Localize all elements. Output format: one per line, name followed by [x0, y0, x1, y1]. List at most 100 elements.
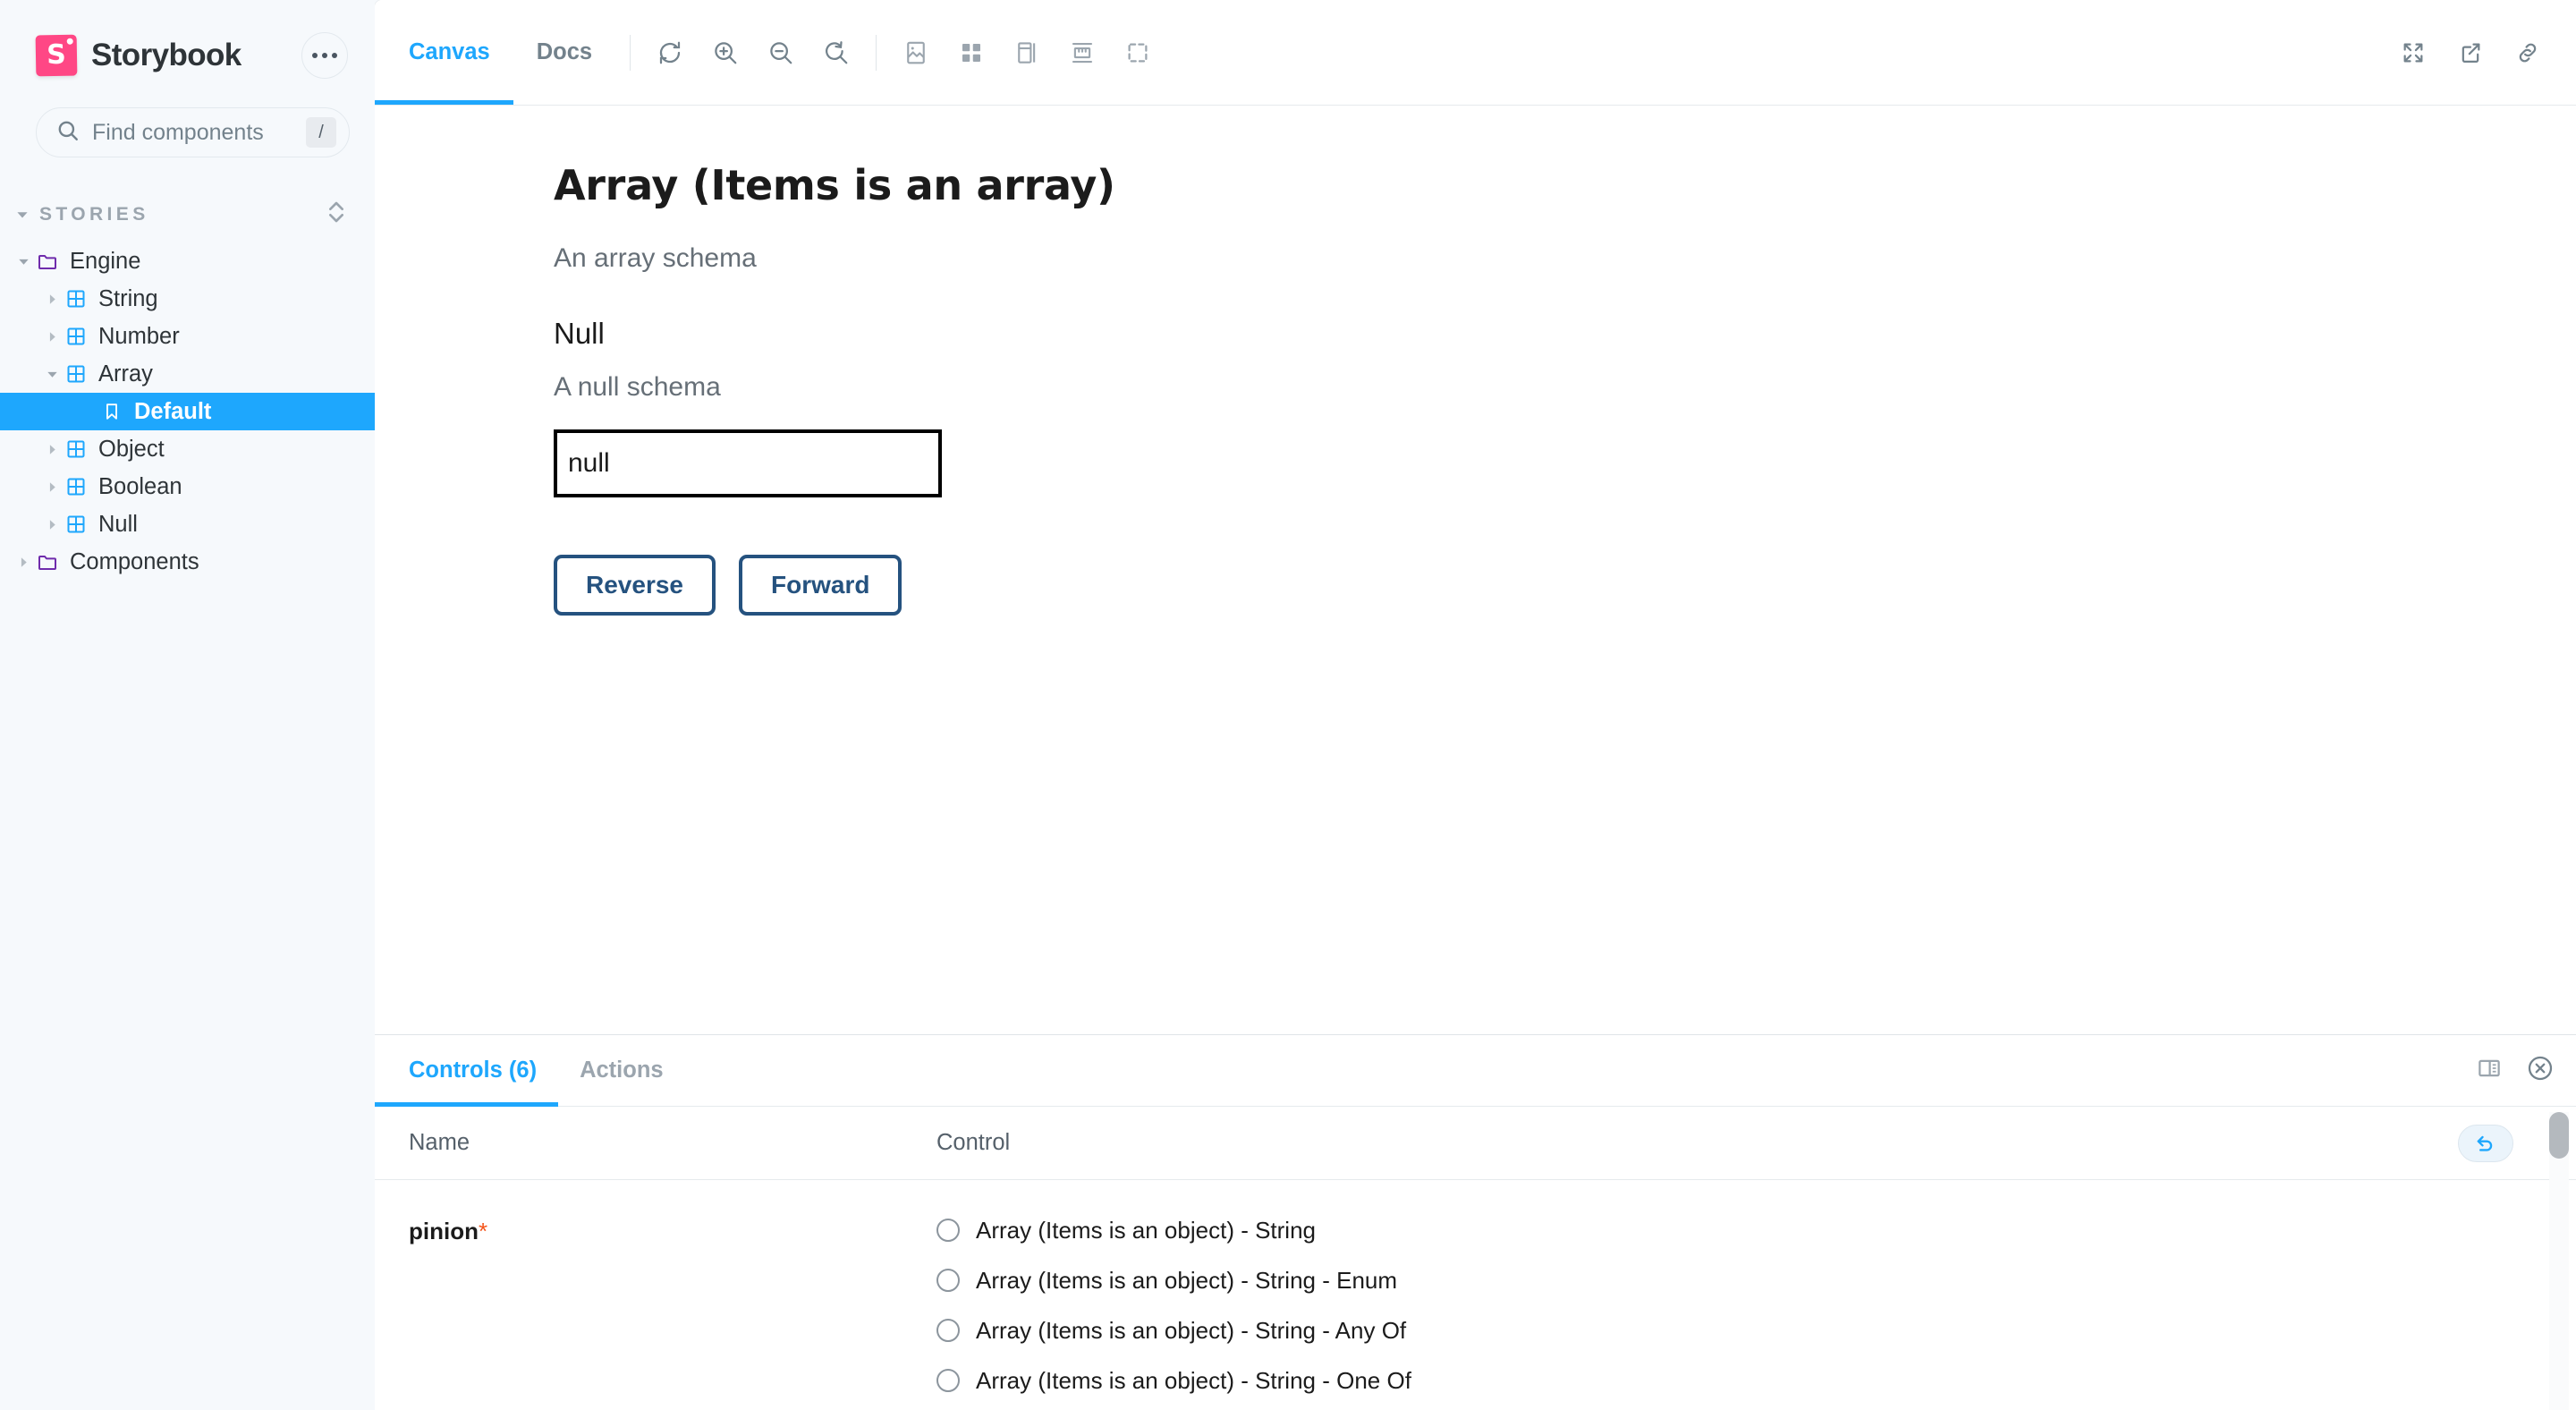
panel-tabs: Controls (6) Actions — [375, 1035, 2576, 1107]
sidebar: S Storybook Find components / STORIES En… — [0, 0, 375, 1410]
fullscreen-icon[interactable] — [2388, 28, 2438, 78]
tab-actions[interactable]: Actions — [558, 1035, 685, 1106]
radio-circle-icon[interactable] — [936, 1219, 960, 1242]
panel-scrollbar[interactable] — [2549, 1112, 2569, 1410]
radio-option[interactable]: Array (Items is an object) - String - An… — [936, 1305, 2542, 1355]
grid-icon[interactable] — [946, 28, 996, 78]
chevron-right-icon[interactable] — [13, 556, 34, 568]
column-header-name: Name — [409, 1130, 470, 1155]
forward-button[interactable]: Forward — [738, 555, 902, 616]
tree-item-label: Default — [134, 398, 212, 424]
tree-item-number[interactable]: Number — [0, 318, 375, 355]
required-asterisk: * — [478, 1218, 488, 1244]
reverse-button[interactable]: Reverse — [554, 555, 716, 616]
storybook-logo-icon: S — [35, 34, 78, 77]
copy-link-icon[interactable] — [2503, 28, 2553, 78]
story-buttons: Reverse Forward — [554, 555, 2576, 616]
search-icon — [56, 119, 80, 147]
tree-item-label: String — [98, 285, 158, 311]
null-value-input[interactable]: null — [554, 429, 942, 497]
radio-circle-icon[interactable] — [936, 1369, 960, 1392]
radio-option[interactable]: Array (Items is an object) - String - En… — [936, 1255, 2542, 1305]
control-name: pinion* — [409, 1205, 936, 1406]
story-root: Array (Items is an array) An array schem… — [375, 161, 2576, 616]
tree-item-engine[interactable]: Engine — [0, 242, 375, 280]
tree-item-null[interactable]: Null — [0, 505, 375, 543]
tree-item-components[interactable]: Components — [0, 543, 375, 581]
tab-actions-label: Actions — [580, 1058, 664, 1083]
tree-item-label: Engine — [70, 248, 141, 274]
chevron-down-icon[interactable] — [13, 208, 32, 221]
scrollbar-thumb[interactable] — [2549, 1112, 2569, 1159]
chevron-down-icon[interactable] — [13, 256, 34, 268]
tree-item-array[interactable]: Array — [0, 355, 375, 393]
tab-docs[interactable]: Docs — [513, 0, 615, 105]
tree-item-boolean[interactable]: Boolean — [0, 468, 375, 505]
preview-tabs: Canvas Docs — [375, 0, 615, 105]
chevron-right-icon[interactable] — [41, 444, 63, 455]
chevron-right-icon[interactable] — [41, 331, 63, 343]
open-new-tab-icon[interactable] — [2445, 28, 2496, 78]
tab-controls[interactable]: Controls (6) — [375, 1035, 559, 1107]
bookmark-icon — [98, 402, 125, 421]
dot — [322, 53, 327, 58]
tree-item-label: Object — [98, 436, 165, 462]
expand-collapse-all-icon[interactable] — [325, 199, 348, 230]
radio-option-label: Array (Items is an object) - String - En… — [976, 1266, 1398, 1294]
component-icon — [63, 438, 89, 460]
zoom-out-icon[interactable] — [756, 28, 806, 78]
addon-panel: Controls (6) Actions Name Control pinion… — [375, 1034, 2576, 1410]
viewport-icon[interactable] — [1113, 28, 1163, 78]
story-description: An array schema — [554, 243, 757, 273]
close-panel-icon[interactable] — [2526, 1054, 2555, 1087]
radio-option[interactable]: Array (Items is an object) - String - On… — [936, 1355, 2542, 1406]
controls-table-header: Name Control — [375, 1107, 2576, 1180]
reset-controls-icon[interactable] — [2458, 1124, 2513, 1162]
tree-item-label: Boolean — [98, 473, 182, 499]
radio-circle-icon[interactable] — [936, 1269, 960, 1292]
column-header-control: Control — [936, 1130, 1011, 1155]
folder-icon — [34, 251, 61, 272]
tree-item-object[interactable]: Object — [0, 430, 375, 468]
menu-dots-icon[interactable] — [301, 32, 348, 79]
radio-circle-icon[interactable] — [936, 1319, 960, 1342]
tab-canvas[interactable]: Canvas — [375, 0, 513, 105]
story-subtitle: Null — [554, 317, 605, 350]
stories-section-header[interactable]: STORIES — [0, 199, 375, 230]
chevron-right-icon[interactable] — [41, 293, 63, 305]
search-placeholder: Find components — [92, 119, 264, 145]
radio-option[interactable]: Array (Items is an object) - String — [936, 1205, 2542, 1255]
component-icon — [63, 514, 89, 535]
tree-item-label: Components — [70, 548, 199, 574]
panel-position-icon[interactable] — [2476, 1055, 2503, 1086]
controls-table: Name Control pinion* Array (Items is an … — [375, 1107, 2576, 1410]
story-title: Array (Items is an array) — [554, 161, 1115, 209]
chevron-right-icon[interactable] — [41, 481, 63, 493]
tab-canvas-label: Canvas — [409, 39, 490, 64]
outline-icon[interactable] — [1002, 28, 1052, 78]
toolbar-divider-2 — [876, 34, 877, 71]
tree-item-default[interactable]: Default — [0, 393, 375, 430]
stories-label: STORIES — [39, 203, 149, 225]
tree-item-string[interactable]: String — [0, 280, 375, 318]
chevron-down-icon[interactable] — [41, 369, 63, 380]
table-row: pinion* Array (Items is an object) - Str… — [375, 1180, 2576, 1406]
brand[interactable]: S Storybook — [35, 34, 242, 77]
tab-docs-label: Docs — [536, 39, 593, 64]
measure-icon[interactable] — [1057, 28, 1107, 78]
chevron-right-icon[interactable] — [41, 519, 63, 531]
story-tree: Engine String Number Array Default Object Bool… — [0, 242, 375, 581]
tree-item-label: Null — [98, 511, 138, 537]
story-canvas: Array (Items is an array) An array schem… — [375, 106, 2576, 1034]
search-input[interactable]: Find components / — [36, 107, 350, 157]
zoom-reset-icon[interactable] — [811, 28, 861, 78]
tree-item-label: Array — [98, 361, 153, 386]
radio-group: Array (Items is an object) - String Array… — [936, 1205, 2542, 1406]
zoom-in-icon[interactable] — [700, 28, 750, 78]
story-sub-description: A null schema — [554, 372, 721, 402]
refresh-icon[interactable] — [645, 28, 695, 78]
backgrounds-icon[interactable] — [891, 28, 941, 78]
toolbar-right-tools — [2388, 28, 2553, 78]
folder-icon — [34, 551, 61, 573]
addon-tools — [891, 28, 1163, 78]
